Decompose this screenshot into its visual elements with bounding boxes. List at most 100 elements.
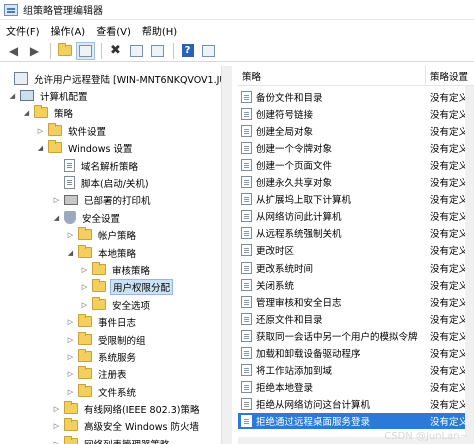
tree-item[interactable]: ▷ 有线网络(IEEE 802.3)策略 (52, 400, 201, 417)
tree-item[interactable]: ◢ 计算机配置 (8, 87, 90, 104)
tree-item[interactable]: ◢ Windows 设置 (36, 139, 134, 156)
expand-toggle-icon[interactable]: ▷ (66, 353, 75, 361)
tree-item-label: 计算机配置 (40, 91, 88, 103)
expand-toggle-icon[interactable]: ▷ (80, 266, 89, 274)
expand-toggle-icon[interactable]: ▷ (80, 301, 89, 309)
expand-toggle-icon[interactable]: ▷ (66, 370, 75, 378)
expand-toggle-icon[interactable]: ▷ (36, 127, 45, 135)
delete-icon[interactable]: ✖ (106, 42, 125, 60)
folder-icon (78, 384, 92, 397)
policy-row[interactable]: 从网络访问此计算机 没有定义 (238, 208, 468, 224)
policy-row[interactable]: 从远程系统强制关机 没有定义 (238, 225, 468, 241)
policy-row[interactable]: 拒绝通过远程桌面服务登录 没有定义 (238, 412, 468, 429)
tree-item[interactable]: ▷ 受限制的组 (66, 331, 148, 348)
policy-setting: 没有定义 (429, 280, 468, 292)
tree-item[interactable]: ▷ 用户权限分配 (80, 278, 174, 295)
tree-item-label: 帐户策略 (98, 230, 137, 242)
policy-row[interactable]: 创建全局对象 没有定义 (238, 123, 468, 139)
menu-file[interactable]: 文件(F) (3, 23, 48, 38)
policy-setting: 没有定义 (429, 348, 468, 360)
tree-item[interactable]: ▷ 文件系统 (66, 383, 138, 400)
tree-item[interactable]: 脚本(启动/关机) (52, 174, 151, 191)
tree-item[interactable]: ▷ 系统服务 (66, 348, 138, 365)
expand-toggle-icon[interactable]: ▷ (66, 318, 75, 326)
policy-icon (241, 312, 252, 325)
list-scrollbar[interactable] (465, 86, 474, 444)
policy-row[interactable]: 更改时区 没有定义 (238, 242, 468, 258)
expand-toggle-icon[interactable]: ▷ (66, 231, 75, 239)
policy-row[interactable]: 加载和卸载设备驱动程序 没有定义 (238, 345, 468, 361)
policy-row[interactable]: 获取同一会话中另一个用户的模拟令牌 没有定义 (238, 328, 468, 344)
policy-setting: 没有定义 (429, 382, 468, 394)
back-arrow-icon[interactable]: ◀ (4, 42, 23, 60)
tree-item[interactable]: ▷ 事件日志 (66, 313, 138, 330)
tree-item[interactable]: ▷ 网络列表管理器策略 (52, 435, 172, 444)
policy-row[interactable]: 拒绝本地登录 没有定义 (238, 379, 468, 395)
policy-row[interactable]: 拒绝从网络访问这台计算机 没有定义 (238, 396, 468, 412)
tree-item-label: 系统服务 (98, 352, 137, 364)
toolbar-separator (173, 42, 174, 59)
properties-icon[interactable] (127, 42, 146, 60)
policy-row[interactable]: 关闭系统 没有定义 (238, 277, 468, 293)
view-icon[interactable] (199, 42, 218, 60)
expand-toggle-icon[interactable]: ▷ (66, 388, 75, 396)
policy-row[interactable]: 管理审核和安全日志 没有定义 (238, 294, 468, 310)
policy-row[interactable]: 还原文件和目录 没有定义 (238, 311, 468, 327)
policy-row[interactable]: 从扩展坞上取下计算机 没有定义 (238, 191, 468, 207)
expand-toggle-icon[interactable]: ▷ (52, 405, 61, 413)
show-tree-icon[interactable] (76, 41, 95, 60)
doc-icon (64, 176, 75, 189)
expand-toggle-icon[interactable]: ▷ (66, 336, 75, 344)
folder-icon (92, 279, 106, 292)
expand-toggle-icon[interactable]: ▷ (52, 422, 61, 430)
tree-item[interactable]: ◢ 安全设置 (52, 209, 122, 226)
tree-item[interactable]: 允许用户远程登陆 [WIN-MNT6NKQVOV1.JU (2, 70, 228, 87)
tree-item[interactable]: ▷ 安全选项 (80, 296, 152, 313)
policy-setting: 没有定义 (429, 161, 468, 173)
policy-name: 加载和卸载设备驱动程序 (256, 348, 361, 360)
tree-item-label: 策略 (54, 108, 74, 120)
policy-name: 关闭系统 (256, 280, 295, 292)
up-folder-icon[interactable] (55, 42, 74, 60)
policy-setting: 没有定义 (429, 314, 468, 326)
expand-toggle-icon[interactable]: ◢ (52, 214, 61, 222)
export-icon[interactable] (148, 42, 167, 60)
tree-scrollbar[interactable] (221, 66, 232, 444)
policy-icon (241, 125, 252, 138)
header-policy[interactable]: 策略 (238, 66, 426, 86)
policy-icon (241, 346, 252, 359)
help-icon[interactable]: ? (178, 42, 197, 60)
expand-toggle-icon[interactable]: ◢ (36, 144, 45, 152)
policy-row[interactable]: 创建一个令牌对象 没有定义 (238, 140, 468, 156)
forward-arrow-icon[interactable]: ▶ (25, 42, 44, 60)
expand-toggle-icon[interactable]: ◢ (66, 249, 75, 257)
tree-item[interactable]: ▷ 已部署的打印机 (52, 191, 153, 208)
header-setting[interactable]: 策略设置 (426, 69, 468, 83)
tree-item[interactable]: ▷ 帐户策略 (66, 226, 138, 243)
policy-row[interactable]: 将工作站添加到域 没有定义 (238, 362, 468, 378)
menu-bar: 文件(F) 操作(A) 查看(V) 帮助(H) (0, 20, 474, 40)
expand-toggle-icon[interactable]: ◢ (8, 92, 17, 100)
menu-action[interactable]: 操作(A) (48, 23, 94, 38)
policy-row[interactable]: 创建永久共享对象 没有定义 (238, 174, 468, 190)
policy-icon (241, 278, 252, 291)
doc-icon (64, 159, 75, 172)
menu-view[interactable]: 查看(V) (93, 23, 139, 38)
expand-toggle-icon[interactable]: ▷ (52, 196, 61, 204)
policy-row[interactable]: 创建一个页面文件 没有定义 (238, 157, 468, 173)
expand-toggle-icon[interactable]: ▷ (52, 440, 61, 444)
tree-item[interactable]: ◢ 本地策略 (66, 244, 138, 261)
expand-toggle-icon[interactable]: ▷ (80, 283, 89, 291)
policy-name: 拒绝通过远程桌面服务登录 (256, 416, 371, 428)
tree-item[interactable]: ▷ 高级安全 Windows 防火墙 (52, 417, 201, 434)
policy-row[interactable]: 备份文件和目录 没有定义 (238, 89, 468, 105)
tree-item[interactable]: ▷ 注册表 (66, 365, 129, 382)
tree-item[interactable]: ◢ 策略 (22, 104, 75, 121)
tree-item[interactable]: ▷ 软件设置 (36, 122, 108, 139)
menu-help[interactable]: 帮助(H) (139, 23, 185, 38)
tree-item[interactable]: ▷ 审核策略 (80, 261, 152, 278)
expand-toggle-icon[interactable]: ◢ (22, 109, 31, 117)
tree-item[interactable]: 域名解析策略 (52, 157, 140, 174)
policy-row[interactable]: 更改系统时间 没有定义 (238, 260, 468, 276)
policy-row[interactable]: 创建符号链接 没有定义 (238, 106, 468, 122)
